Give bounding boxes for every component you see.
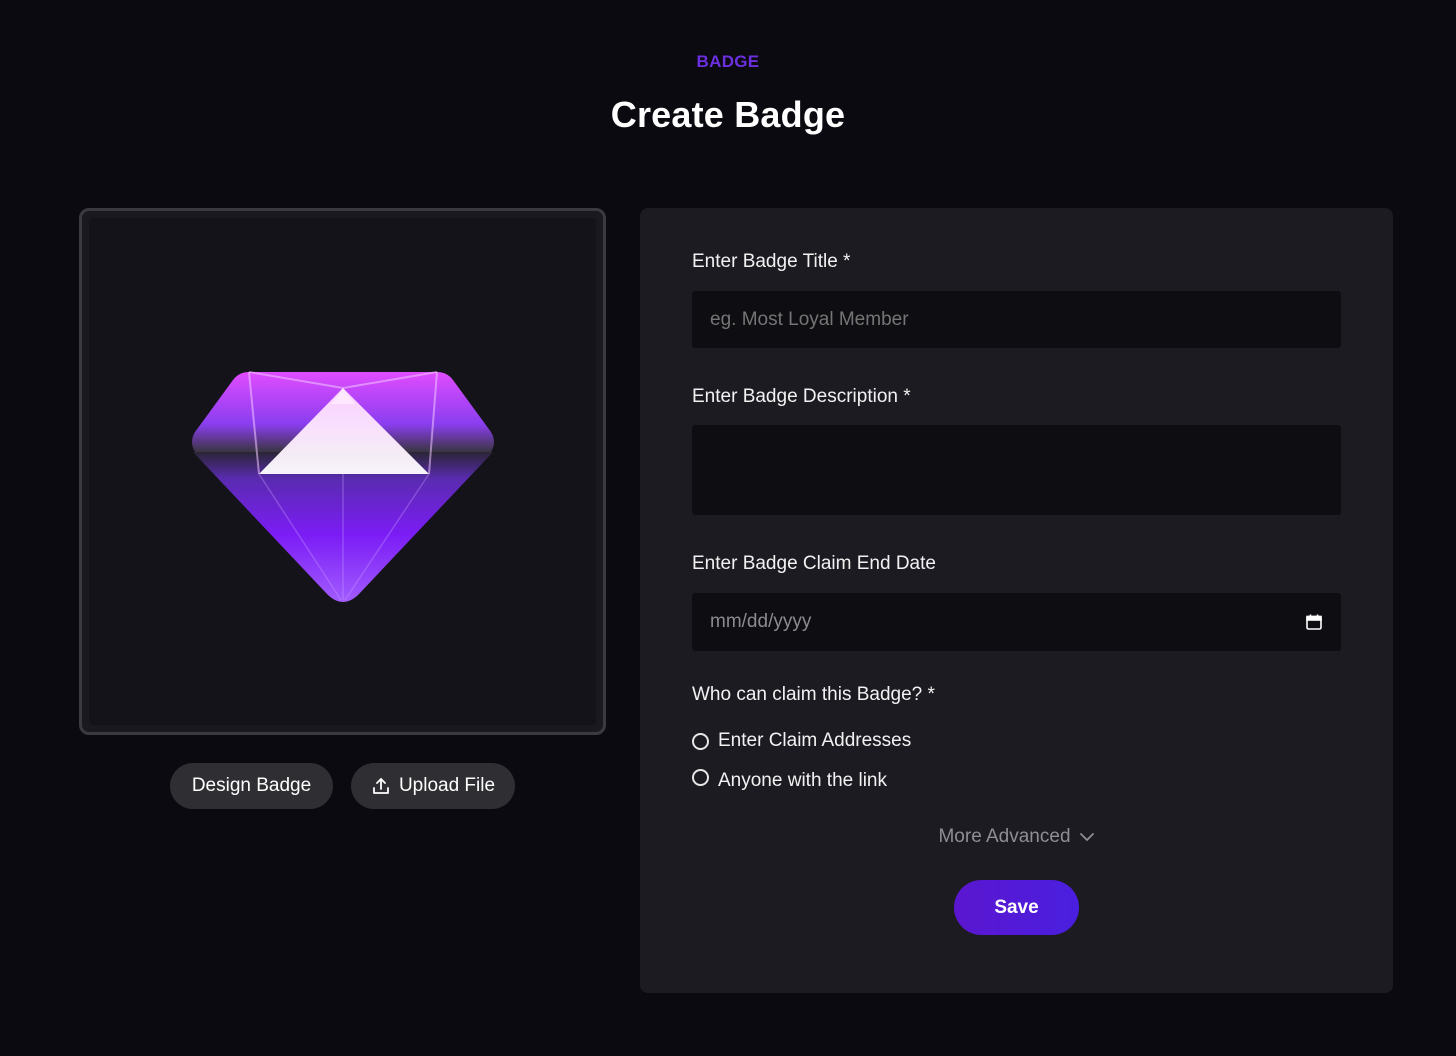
save-button[interactable]: Save [954,880,1079,935]
design-badge-label: Design Badge [191,775,312,796]
badge-title-input[interactable] [692,291,1341,348]
claim-option-link[interactable]: Anyone with the link [692,768,887,792]
claim-end-date-label: Enter Badge Claim End Date [692,553,936,574]
date-placeholder: mm/dd/yyyy [710,611,812,632]
badge-form: Enter Badge Title * Enter Badge Descript… [640,208,1393,993]
claim-option-label: Anyone with the link [718,770,887,791]
calendar-icon[interactable] [1305,613,1323,631]
who-can-claim-label: Who can claim this Badge? * [692,684,935,705]
design-badge-button[interactable]: Design Badge [170,763,333,809]
upload-icon [373,778,389,794]
more-advanced-label: More Advanced [938,826,1071,847]
page-title: Create Badge [610,94,846,135]
description-label: Enter Badge Description * [692,386,911,407]
radio-button[interactable] [692,768,709,786]
claim-option-label: Enter Claim Addresses [718,730,912,751]
badge-preview [89,218,596,725]
badge-preview-frame [79,208,606,735]
claim-option-addresses[interactable]: Enter Claim Addresses [692,730,911,752]
radio-button[interactable] [692,732,709,750]
more-advanced-toggle[interactable]: More Advanced [640,826,1393,848]
diamond-gem-icon [192,371,494,602]
claim-end-date-input[interactable]: mm/dd/yyyy [692,593,1341,651]
upload-file-button[interactable]: Upload File [351,763,515,809]
section-eyebrow: BADGE [696,52,760,71]
title-label: Enter Badge Title * [692,251,851,272]
badge-description-input[interactable] [692,425,1341,515]
create-badge-page: BADGE Create Badge Design Badge Upload F… [0,0,1456,1056]
chevron-down-icon [1079,833,1094,841]
upload-file-label: Upload File [398,775,496,796]
